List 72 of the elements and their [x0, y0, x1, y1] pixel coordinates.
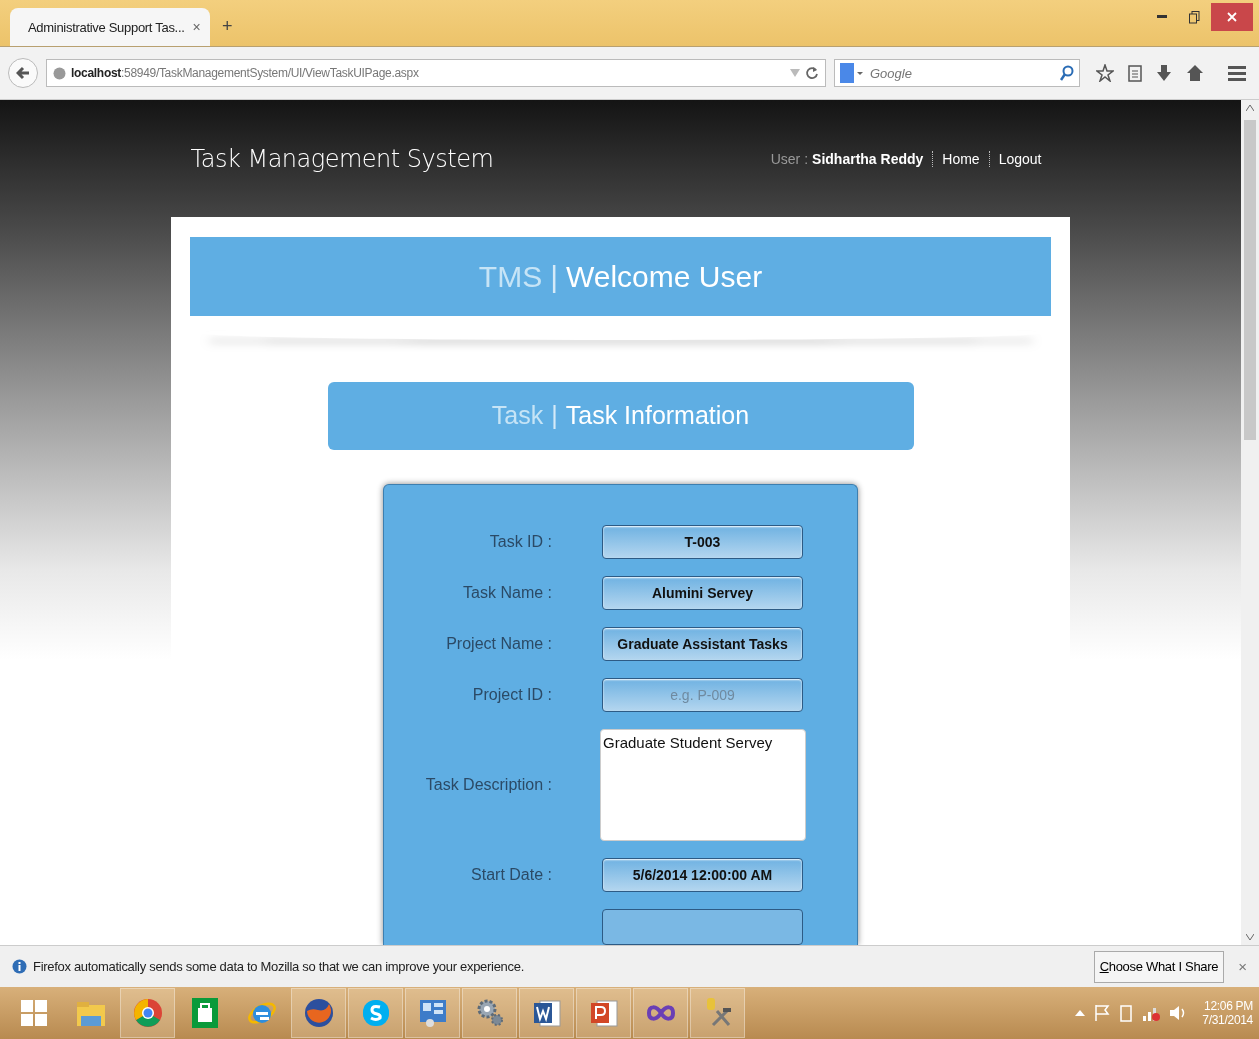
input-field[interactable]: Alumini Servey: [602, 576, 803, 610]
close-button[interactable]: [1211, 3, 1253, 31]
windows-logo-icon[interactable]: [20, 1000, 47, 1026]
site-title: Task Management System: [190, 144, 494, 173]
banner-title: Welcome User: [565, 259, 763, 294]
banner-divider: |: [550, 259, 558, 294]
close-icon[interactable]: [1227, 12, 1237, 22]
reload-icon[interactable]: [805, 66, 819, 80]
caret-icon[interactable]: [1075, 1010, 1086, 1016]
taskbar-button[interactable]: [405, 988, 460, 1038]
browser-tab[interactable]: Administrative Support Tas... ×: [10, 8, 210, 46]
taskbar-button[interactable]: [291, 988, 346, 1038]
nav-link[interactable]: Home: [932, 150, 989, 167]
notification-close-button[interactable]: ×: [1238, 958, 1247, 975]
address-bar[interactable]: localhost:58949/TaskManagementSystem/UI/ViewTaskUIPage.aspx: [46, 59, 826, 87]
control-panel-icon[interactable]: [417, 998, 448, 1028]
search-engine-icon[interactable]: [840, 63, 864, 83]
clipboard-icon[interactable]: [1128, 64, 1142, 82]
scroll-up-icon[interactable]: [1246, 105, 1254, 111]
restore-icon[interactable]: [1188, 10, 1200, 24]
dropdown-icon[interactable]: [790, 69, 800, 77]
taskbar-button[interactable]: [633, 988, 688, 1038]
search-input[interactable]: Google: [868, 64, 1056, 82]
taskbar-button[interactable]: [462, 988, 517, 1038]
field-label: Project Name :: [445, 635, 552, 653]
taskbar-button[interactable]: [519, 988, 574, 1038]
skype-icon[interactable]: [360, 998, 391, 1028]
fox-globe-icon[interactable]: [303, 998, 334, 1028]
banner-prefix: Task: [491, 401, 544, 431]
banner-divider: |: [551, 401, 558, 431]
minimize-icon[interactable]: [1157, 15, 1167, 19]
taskbar-button[interactable]: [120, 988, 175, 1038]
flag-icon[interactable]: [1094, 1004, 1111, 1022]
info-icon: [12, 959, 27, 974]
home-icon[interactable]: [1186, 64, 1204, 82]
input-field[interactable]: e.g. P-009: [602, 678, 803, 712]
input-field[interactable]: Graduate Assistant Tasks: [602, 627, 803, 661]
input-field[interactable]: T-003: [602, 525, 803, 559]
user-name: Sidhartha Reddy: [812, 150, 924, 167]
choose-share-button[interactable]: Choose What I Share: [1093, 950, 1225, 983]
user-label: User :: [770, 150, 809, 167]
scrollbar[interactable]: [1241, 100, 1259, 945]
infinity-icon[interactable]: [645, 1003, 676, 1023]
browser-icon[interactable]: [132, 998, 163, 1028]
description-field[interactable]: Graduate Student Servey: [600, 729, 806, 841]
download-icon[interactable]: [1156, 64, 1172, 82]
search-field[interactable]: Google: [834, 59, 1080, 87]
tab-close-button[interactable]: ×: [192, 19, 201, 35]
battery-icon[interactable]: [1119, 1004, 1134, 1022]
input-field[interactable]: [602, 909, 803, 945]
presentation-icon[interactable]: [588, 998, 619, 1028]
new-tab-button[interactable]: +: [222, 16, 233, 37]
scroll-down-icon[interactable]: [1246, 934, 1254, 940]
field-label: Task Description :: [424, 776, 552, 794]
banner-prefix: TMS: [478, 259, 543, 294]
field-label: Start Date :: [470, 866, 552, 884]
field-label: Task Name :: [462, 584, 552, 602]
taskbar-button[interactable]: [690, 988, 745, 1038]
input-field[interactable]: 5/6/2014 12:00:00 AM: [602, 858, 803, 892]
search-icon[interactable]: [1060, 65, 1074, 81]
nav-link[interactable]: Logout: [988, 150, 1051, 167]
taskbar-button[interactable]: [576, 988, 631, 1038]
menu-icon[interactable]: [1228, 65, 1246, 81]
banner-title: Task Information: [565, 401, 750, 431]
back-button[interactable]: [8, 58, 38, 88]
field-label: Project ID :: [471, 686, 552, 704]
back-icon[interactable]: [16, 66, 30, 80]
field-label: Task ID :: [488, 533, 552, 551]
notification-message: Firefox automatically sends some data to Mozilla so that we can improve your experience.: [33, 959, 525, 974]
shopping-bag-icon[interactable]: [191, 998, 218, 1028]
star-icon[interactable]: [1096, 64, 1114, 82]
word-document-icon[interactable]: [531, 998, 562, 1028]
